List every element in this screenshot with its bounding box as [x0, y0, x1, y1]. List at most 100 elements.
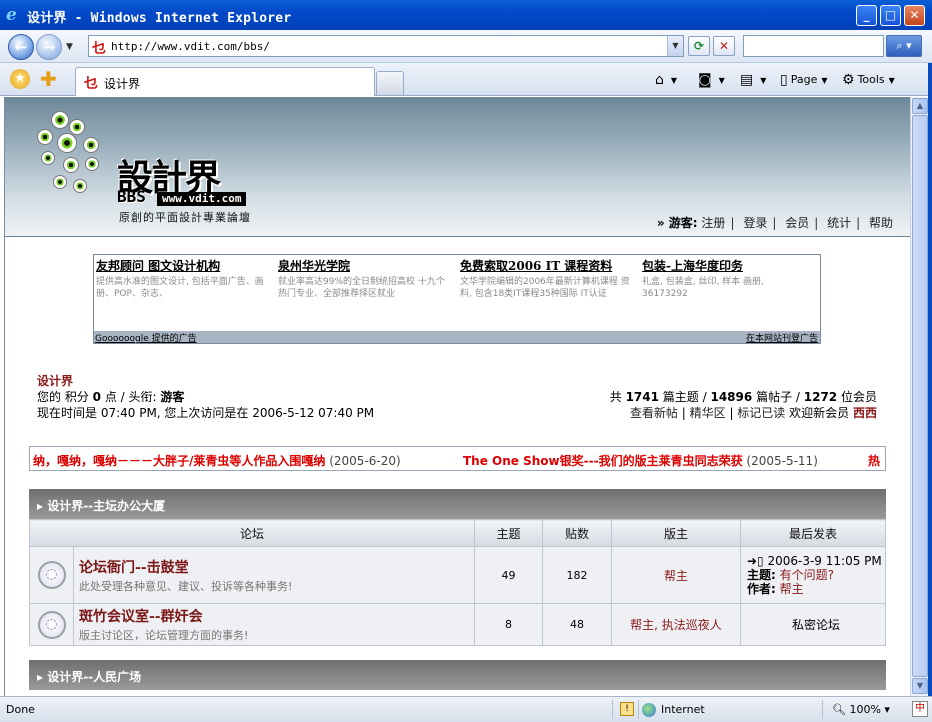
feeds-button[interactable]: ◙ ▼	[698, 72, 725, 88]
category-title[interactable]: ▸ 设计界--主坛办公大厦	[37, 497, 165, 514]
col-last-post: 最后发表	[739, 519, 887, 547]
window-title-bar: e 设计界 - Windows Internet Explorer _ □ ✕	[0, 0, 932, 30]
tab-toolbar: ★ ✚ 乜 设计界 ⌂ ▼ ◙ ▼ ▤ ▼ ▯ Page ▼ ⚙ Tools ▼	[0, 63, 932, 96]
ads-footer: Goooooogle 提供的广告 在本网站刊登广告	[94, 331, 820, 344]
add-favorite-icon[interactable]: ✚	[40, 67, 57, 91]
forum-name-link[interactable]: 论坛衙门--击鼓堂	[79, 557, 474, 577]
forum-moderator-link[interactable]: 帮主	[610, 546, 741, 604]
ads-by-google-link[interactable]: Goooooogle 提供的广告	[95, 331, 197, 344]
page-menu[interactable]: ▯ Page ▼	[780, 72, 828, 88]
topics-count: 1741	[625, 390, 659, 404]
nav-members[interactable]: 会员	[785, 216, 809, 230]
table-row: ◌ 论坛衙门--击鼓堂 此处受理各种意见、建议、投诉等各种事务! 49 182 …	[29, 546, 887, 604]
mark-read-link[interactable]: 标记已读	[737, 406, 785, 420]
nav-login[interactable]: 登录	[743, 216, 767, 230]
nav-stats[interactable]: 统计	[827, 216, 851, 230]
nav-register[interactable]: 注册	[701, 216, 725, 230]
last-post-time: 2006-3-9 11:05 PM	[767, 554, 882, 568]
ad-desc: 就业率高达99%的全日制统招高校 十九个热门专业、全部推荐择区就业	[278, 277, 445, 299]
ad-item[interactable]: 免费索取2006 IT 课程资料 文华学院编辑的2006年最新计算机课程 资料,…	[460, 257, 630, 300]
rss-icon: ◙	[698, 72, 712, 88]
forum-header: 設計界 BBS www.vdit.com 原創的平面設計專業論壇 » 游客: 注…	[5, 97, 910, 237]
points-value: 0	[92, 390, 102, 404]
announcement-item[interactable]: The One Show银奖---我们的版主莱青虫同志荣获 (2005-5-11…	[463, 452, 818, 469]
search-button[interactable]: ⌕ ▾	[886, 35, 922, 57]
new-member-link[interactable]: 西西	[853, 406, 877, 420]
address-dropdown-icon[interactable]: ▼	[667, 36, 683, 56]
tab-current[interactable]: 乜 设计界	[75, 67, 375, 96]
announcement-item[interactable]: 热	[868, 452, 880, 469]
back-button[interactable]: ←	[8, 34, 34, 60]
forum-moderator-link[interactable]: 帮主, 执法巡夜人	[610, 603, 741, 646]
ad-item[interactable]: 友邦顾问 图文设计机构 提供高水准的图文设计, 包括平面广告、画册、POP、杂志…	[96, 257, 266, 300]
forum-status-icon: ◌	[37, 610, 66, 639]
zoom-level[interactable]: 🔍︎ 100% ▾	[832, 703, 890, 716]
last-post-subject-link[interactable]: 有个问题?	[780, 568, 834, 582]
last-post-author-link[interactable]: 帮主	[780, 582, 804, 596]
forum-table: 论坛 主题 贴数 版主 最后发表 ◌ 论坛衙门--击鼓堂 此处受理各种意见、建议…	[29, 519, 887, 646]
history-dropdown-icon[interactable]: ▼	[66, 42, 73, 52]
close-button[interactable]: ✕	[904, 5, 925, 26]
print-button[interactable]: ▤ ▼	[740, 72, 766, 88]
user-info: 设计界 您的 积分 0 点 / 头衔: 游客 现在时间是 07:40 PM, 您…	[37, 373, 374, 421]
security-zone[interactable]: Internet	[642, 703, 705, 717]
stats-links: 查看新帖 | 精华区 | 标记已读 欢迎新会员 西西	[629, 406, 877, 420]
home-button[interactable]: ⌂ ▼	[655, 72, 677, 88]
status-text: Done	[6, 703, 35, 716]
page-icon: ▯	[780, 72, 788, 88]
logo-tagline: 原創的平面設計專業論壇	[119, 211, 251, 224]
members-count: 1272	[803, 390, 838, 404]
tools-menu[interactable]: ⚙ Tools ▼	[842, 72, 895, 88]
ime-icon[interactable]: 中	[912, 701, 928, 717]
refresh-button[interactable]: ⟳	[688, 36, 710, 56]
google-ads-box: 友邦顾问 图文设计机构 提供高水准的图文设计, 包括平面广告、画册、POP、杂志…	[93, 254, 821, 344]
ad-title[interactable]: 友邦顾问 图文设计机构	[96, 257, 266, 274]
nav-help[interactable]: 帮助	[869, 216, 893, 230]
ie-logo-icon: e	[6, 5, 17, 25]
user-title: 游客	[160, 390, 185, 404]
ad-item[interactable]: 包装-上海华度印务 礼盒, 包装盒, 丝印, 样本 画册, 36173292	[642, 257, 812, 300]
category-header[interactable]: ▸ 设计界--人民广场	[29, 660, 886, 690]
digest-link[interactable]: 精华区	[690, 406, 726, 420]
announcement-marquee: 纳，嘎纳，嘎纳－－－大胖子/莱青虫等人作品入围嘎纳 (2005-6-20) Th…	[29, 446, 886, 471]
ad-item[interactable]: 泉州华光学院 就业率高达99%的全日制统招高校 十九个热门专业、全部推荐择区就业	[278, 257, 448, 300]
protected-mode-icon[interactable]: !	[620, 702, 634, 716]
status-bar: Done ! Internet 🔍︎ 100% ▾ 中	[0, 696, 932, 722]
gear-icon: ⚙	[842, 72, 855, 88]
address-toolbar: ← → ▼ 乜 http://www.vdit.com/bbs/ ▼ ⟳ ✕ ⌕…	[0, 30, 932, 63]
advertise-link[interactable]: 在本网站刊登广告	[746, 331, 818, 344]
last-post-icon[interactable]: ➜▯	[747, 554, 764, 568]
category-title[interactable]: ▸ 设计界--人民广场	[37, 668, 141, 685]
page-viewport: 設計界 BBS www.vdit.com 原創的平面設計專業論壇 » 游客: 注…	[4, 97, 910, 696]
new-tab-button[interactable]	[376, 71, 404, 95]
forum-stats: 共 1741 篇主题 / 14896 篇帖子 / 1272 位会员 查看新帖 |…	[610, 389, 877, 421]
scroll-thumb[interactable]	[912, 115, 928, 677]
last-post: ➜▯ 2006-3-9 11:05 PM 主题: 有个问题? 作者: 帮主	[739, 546, 887, 604]
stop-button[interactable]: ✕	[713, 36, 735, 56]
favorites-star-icon[interactable]: ★	[10, 69, 30, 89]
forum-desc: 此处受理各种意见、建议、投诉等各种事务!	[79, 579, 293, 593]
ad-title[interactable]: 免费索取2006 IT 课程资料	[460, 257, 630, 274]
guest-label: » 游客:	[656, 216, 698, 230]
forward-button[interactable]: →	[36, 34, 62, 60]
scroll-up-icon[interactable]: ▲	[912, 98, 928, 114]
zoom-icon: 🔍︎	[832, 703, 846, 716]
forum-topics: 8	[473, 603, 543, 646]
ad-title[interactable]: 泉州华光学院	[278, 257, 448, 274]
scroll-down-icon[interactable]: ▼	[912, 678, 928, 694]
announcement-item[interactable]: 纳，嘎纳，嘎纳－－－大胖子/莱青虫等人作品入围嘎纳 (2005-6-20)	[33, 452, 401, 469]
ad-title[interactable]: 包装-上海华度印务	[642, 257, 812, 274]
search-input[interactable]	[743, 35, 884, 57]
maximize-button[interactable]: □	[880, 5, 901, 26]
address-url[interactable]: http://www.vdit.com/bbs/	[111, 40, 270, 53]
logo-bbs: BBS	[117, 187, 146, 206]
category-header[interactable]: ▸ 设计界--主坛办公大厦	[29, 489, 886, 519]
minimize-button[interactable]: _	[856, 5, 877, 26]
window-title: 设计界 - Windows Internet Explorer	[27, 11, 292, 26]
vertical-scrollbar[interactable]: ▲ ▼	[910, 97, 928, 696]
globe-icon	[642, 703, 656, 717]
forum-name-link[interactable]: 斑竹会议室--群奸会	[79, 606, 474, 626]
address-field[interactable]: 乜 http://www.vdit.com/bbs/ ▼	[88, 35, 684, 57]
site-name: 设计界	[37, 374, 74, 388]
view-new-posts-link[interactable]: 查看新帖	[630, 406, 678, 420]
